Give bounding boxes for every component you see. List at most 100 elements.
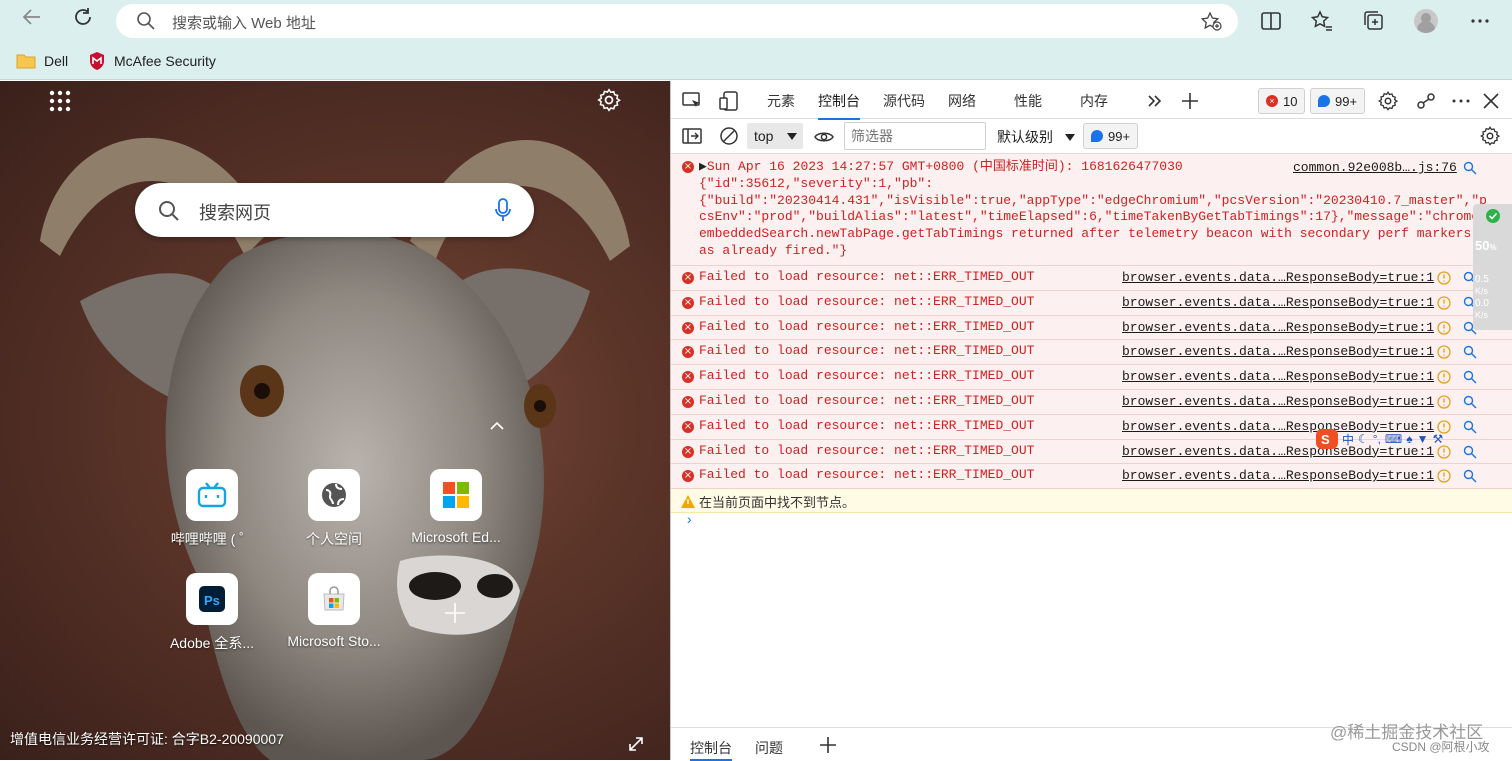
browser-toolbar: 搜索或输入 Web 地址 [0, 0, 1512, 42]
quick-link-bilibili[interactable]: 哔哩哔哩 ( ゜ [157, 469, 267, 549]
drawer-tab-issues[interactable]: 问题 [755, 738, 783, 758]
insights-bulb-icon[interactable] [1437, 296, 1451, 310]
address-placeholder: 搜索或输入 Web 地址 [172, 15, 316, 32]
network-speed-widget[interactable]: 50% 0.5 K/s 0.0 K/s [1473, 204, 1512, 330]
warning-text: 在当前页面中找不到节点。 [699, 495, 856, 511]
connection-icon[interactable] [1415, 90, 1437, 112]
ime-toolbar[interactable]: S 中 ☾ °, ⌨ ♠ ▼ ⚒ [1316, 429, 1462, 449]
error-icon: × [682, 445, 694, 458]
favorites-icon[interactable] [1310, 9, 1334, 33]
web-search-box[interactable]: 搜索网页 [135, 183, 534, 237]
insights-bulb-icon[interactable] [1437, 320, 1451, 335]
log-levels-dropdown[interactable]: 默认级别 [997, 127, 1075, 147]
source-link[interactable]: browser.events.data.…ResponseBody=true:1 [1122, 270, 1434, 285]
bookmark-dell[interactable]: Dell [16, 50, 68, 72]
source-link[interactable]: browser.events.data.…ResponseBody=true:1 [1122, 320, 1434, 335]
apps-launcher-icon[interactable] [48, 89, 72, 113]
settings-gear-icon[interactable] [1377, 90, 1399, 112]
tab-memory[interactable]: 内存 [1080, 91, 1108, 111]
live-expression-eye-icon[interactable] [813, 126, 835, 148]
insights-bulb-icon[interactable] [1437, 395, 1451, 409]
context-selector[interactable]: top [747, 123, 803, 149]
clear-console-icon[interactable] [718, 125, 740, 147]
search-icon[interactable] [1463, 445, 1477, 459]
search-icon[interactable] [1463, 420, 1477, 434]
quick-link-adobe[interactable]: Ps Adobe 全系... [157, 573, 267, 653]
refresh-button[interactable] [68, 6, 98, 36]
devtools-tab-bar: 元素 控制台 源代码 网络 性能 内存 × 10 99+ [671, 81, 1512, 120]
page-settings-gear-icon[interactable] [596, 87, 622, 113]
search-icon[interactable] [1463, 395, 1477, 409]
error-text: Failed to load resource: net::ERR_TIMED_… [699, 467, 1035, 483]
quick-link-microsoft-store[interactable]: Microsoft Sto... [279, 573, 389, 649]
show-sidebar-icon[interactable] [681, 125, 703, 147]
quick-link-microsoft-edge[interactable]: Microsoft Ed... [401, 469, 511, 545]
tab-elements[interactable]: 元素 [767, 91, 795, 111]
search-icon[interactable] [1463, 345, 1477, 359]
console-error-row[interactable]: × Failed to load resource: net::ERR_TIMED… [671, 315, 1512, 341]
console-error-row[interactable]: × Failed to load resource: net::ERR_TIMED… [671, 340, 1512, 366]
bookmark-mcafee[interactable]: McAfee Security [88, 50, 216, 72]
search-icon[interactable] [1463, 370, 1477, 384]
tab-sources[interactable]: 源代码 [883, 91, 925, 111]
shirt-icon: ▼ [1416, 432, 1429, 446]
tab-network[interactable]: 网络 [948, 91, 976, 111]
error-count-badge[interactable]: × 10 [1258, 88, 1306, 114]
error-text: Failed to load resource: net::ERR_TIMED_… [699, 269, 1035, 284]
search-icon[interactable] [1463, 469, 1477, 483]
source-link[interactable]: common.92e008b….js:76 [1293, 160, 1457, 177]
console-error-message[interactable]: × ▶Sun Apr 16 2023 14:27:57 GMT+0800 (中国… [671, 154, 1512, 266]
collections-icon[interactable] [1362, 9, 1386, 33]
add-drawer-tab-plus-icon[interactable] [819, 736, 837, 754]
console-error-row[interactable]: × Failed to load resource: net::ERR_TIMED… [671, 266, 1512, 291]
expand-triangle-icon[interactable]: ▶ [699, 159, 707, 174]
more-tabs-chevron-icon[interactable] [1144, 90, 1166, 112]
insights-bulb-icon[interactable] [1437, 469, 1451, 484]
issues-count-badge[interactable]: 99+ [1083, 123, 1139, 149]
license-text: 增值电信业务经营许可证: 合字B2-20090007 [10, 731, 284, 747]
source-link[interactable]: browser.events.data.…ResponseBody=true:1 [1122, 295, 1434, 310]
back-button[interactable] [17, 6, 47, 36]
console-warning-message[interactable]: 在当前页面中找不到节点。 [671, 489, 1512, 514]
add-favorite-icon[interactable] [1200, 11, 1222, 31]
source-link[interactable]: browser.events.data.…ResponseBody=true:1 [1122, 344, 1434, 359]
tab-performance[interactable]: 性能 [1014, 91, 1042, 111]
device-toolbar-icon[interactable] [718, 90, 740, 112]
console-prompt[interactable]: › [671, 513, 1512, 537]
tile-label: Adobe 全系... [169, 635, 255, 651]
error-icon: × [682, 395, 694, 408]
voice-search-mic-icon[interactable] [494, 197, 512, 223]
filter-input[interactable] [844, 122, 986, 150]
address-bar[interactable]: 搜索或输入 Web 地址 [116, 4, 1238, 38]
inspect-element-icon[interactable] [681, 90, 703, 112]
insights-bulb-icon[interactable] [1437, 345, 1451, 360]
add-tab-plus-icon[interactable] [1179, 90, 1201, 112]
source-link[interactable]: browser.events.data.…ResponseBody=true:1 [1122, 394, 1434, 409]
search-icon[interactable] [1463, 161, 1477, 175]
drawer-tab-console[interactable]: 控制台 [690, 738, 732, 761]
profile-avatar[interactable] [1414, 9, 1438, 33]
insights-bulb-icon[interactable] [1437, 370, 1451, 384]
split-screen-icon[interactable] [1259, 9, 1283, 33]
source-link[interactable]: browser.events.data.…ResponseBody=true:1 [1122, 468, 1434, 483]
error-count: 10 [1283, 93, 1298, 109]
message-count-badge[interactable]: 99+ [1310, 88, 1366, 114]
console-settings-gear-icon[interactable] [1479, 125, 1501, 147]
source-link[interactable]: browser.events.data.…ResponseBody=true:1 [1122, 369, 1434, 384]
quick-link-personal-space[interactable]: 个人空间 [279, 469, 389, 549]
console-error-row[interactable]: × Failed to load resource: net::ERR_TIMED… [671, 365, 1512, 390]
tab-console[interactable]: 控制台 [818, 91, 860, 120]
add-shortcut-plus-icon[interactable] [443, 601, 467, 625]
insights-bulb-icon[interactable] [1437, 271, 1451, 285]
csdn-watermark: CSDN @阿根小攻 [1392, 740, 1490, 754]
chevron-up-icon[interactable] [489, 421, 505, 431]
error-icon: × [1266, 95, 1278, 107]
close-icon[interactable] [1480, 90, 1502, 112]
check-shield-icon [1486, 209, 1500, 223]
expand-fullscreen-icon[interactable] [627, 735, 645, 753]
console-error-row[interactable]: × Failed to load resource: net::ERR_TIMED… [671, 464, 1512, 490]
more-options-icon[interactable] [1450, 90, 1472, 112]
console-error-row[interactable]: × Failed to load resource: net::ERR_TIMED… [671, 389, 1512, 415]
console-error-row[interactable]: × Failed to load resource: net::ERR_TIMED… [671, 290, 1512, 316]
more-menu-icon[interactable] [1468, 9, 1492, 33]
